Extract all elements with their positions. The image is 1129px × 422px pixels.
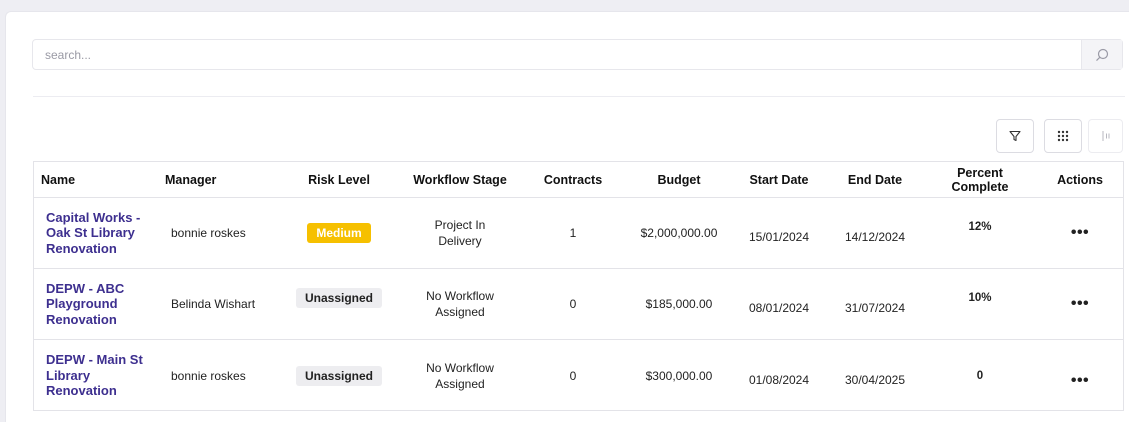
manager-name: bonnie roskes bbox=[171, 368, 246, 383]
workflow-stage: Project In Delivery bbox=[434, 218, 486, 248]
column-header-risk-level[interactable]: Risk Level bbox=[289, 162, 389, 198]
contracts-count: 1 bbox=[569, 226, 577, 240]
columns-button[interactable] bbox=[1088, 119, 1123, 153]
table-row: Capital Works - Oak St Library Renovatio… bbox=[34, 198, 1123, 269]
contracts-count: 0 bbox=[569, 368, 577, 383]
project-name-link[interactable]: DEPW - Main St Library Renovation bbox=[46, 340, 158, 411]
percent-complete: 0 bbox=[976, 369, 984, 382]
grid-dots-icon bbox=[1057, 130, 1069, 142]
column-header-name[interactable]: Name bbox=[41, 162, 151, 198]
project-name-link[interactable]: DEPW - ABC Playground Renovation bbox=[46, 269, 158, 339]
search-bar bbox=[32, 39, 1123, 70]
budget-value: $185,000.00 bbox=[645, 297, 713, 311]
column-header-workflow-stage[interactable]: Workflow Stage bbox=[402, 162, 518, 198]
row-actions-button[interactable]: ••• bbox=[1040, 340, 1120, 411]
projects-panel: Name Manager Risk Level Workflow Stage C… bbox=[5, 11, 1129, 422]
budget-value: $2,000,000.00 bbox=[640, 226, 718, 240]
start-date: 15/01/2024 bbox=[748, 230, 810, 244]
row-actions-button[interactable]: ••• bbox=[1040, 198, 1120, 268]
percent-complete: 12% bbox=[968, 221, 992, 233]
search-button[interactable] bbox=[1081, 40, 1122, 69]
end-date: 31/07/2024 bbox=[844, 301, 906, 315]
column-header-percent-complete[interactable]: Percent Complete bbox=[935, 162, 1025, 198]
filter-icon bbox=[1009, 130, 1021, 142]
table-row: DEPW - Main St Library Renovation bonnie… bbox=[34, 340, 1123, 411]
row-actions-button[interactable]: ••• bbox=[1040, 269, 1120, 339]
percent-complete: 10% bbox=[968, 292, 992, 304]
workflow-stage: No Workflow Assigned bbox=[426, 360, 494, 391]
column-header-actions: Actions bbox=[1057, 173, 1103, 187]
budget-value: $300,000.00 bbox=[645, 368, 713, 383]
column-header-contracts[interactable]: Contracts bbox=[528, 162, 618, 198]
table-row: DEPW - ABC Playground Renovation Belinda… bbox=[34, 269, 1123, 340]
columns-icon bbox=[1102, 131, 1109, 141]
filter-button[interactable] bbox=[996, 119, 1034, 153]
end-date: 30/04/2025 bbox=[844, 372, 906, 387]
projects-table: Name Manager Risk Level Workflow Stage C… bbox=[33, 161, 1124, 411]
column-header-manager[interactable]: Manager bbox=[165, 162, 275, 198]
start-date: 08/01/2024 bbox=[748, 301, 810, 315]
column-header-start-date[interactable]: Start Date bbox=[734, 162, 824, 198]
table-header: Name Manager Risk Level Workflow Stage C… bbox=[34, 162, 1123, 198]
column-header-end-date[interactable]: End Date bbox=[830, 162, 920, 198]
manager-name: Belinda Wishart bbox=[171, 297, 256, 311]
grid-view-button[interactable] bbox=[1044, 119, 1082, 153]
column-header-budget[interactable]: Budget bbox=[629, 162, 729, 198]
search-icon bbox=[1096, 48, 1109, 61]
risk-level-badge: Unassigned bbox=[289, 340, 389, 411]
project-name-link[interactable]: Capital Works - Oak St Library Renovatio… bbox=[46, 198, 158, 268]
divider bbox=[33, 96, 1125, 97]
risk-level-badge: Medium bbox=[289, 198, 389, 268]
end-date: 14/12/2024 bbox=[844, 230, 906, 244]
manager-name: bonnie roskes bbox=[171, 226, 246, 240]
start-date: 01/08/2024 bbox=[748, 372, 810, 387]
risk-level-badge: Unassigned bbox=[289, 269, 389, 339]
workflow-stage: No Workflow Assigned bbox=[426, 289, 494, 319]
search-input[interactable] bbox=[33, 40, 1081, 69]
contracts-count: 0 bbox=[569, 297, 577, 311]
